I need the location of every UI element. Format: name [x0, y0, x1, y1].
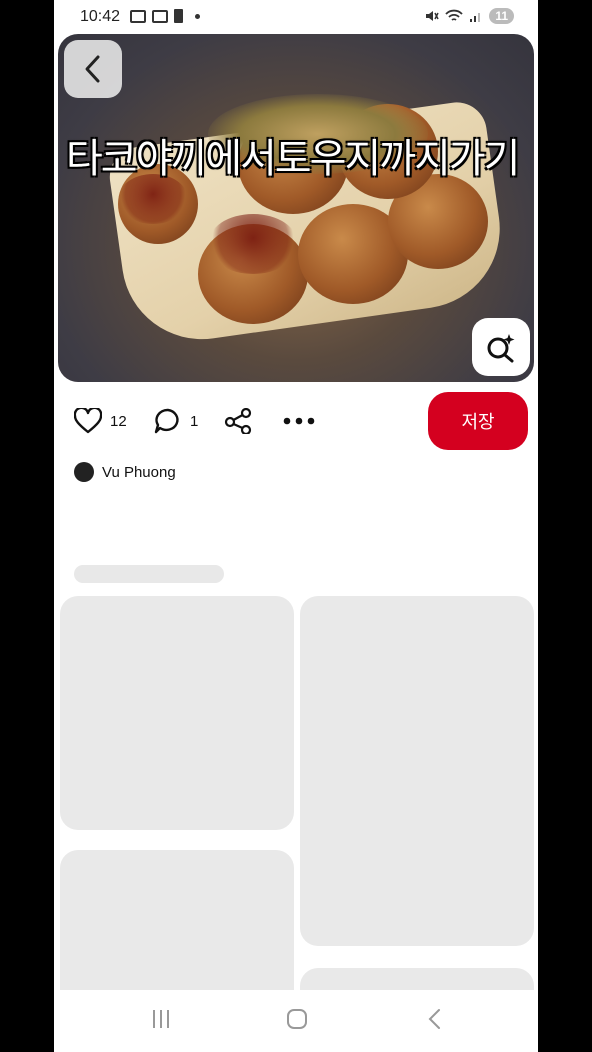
status-icons-right: 11	[425, 8, 514, 24]
screenshot-icon	[130, 9, 146, 23]
battery-saver-icon	[174, 9, 183, 23]
more-icon	[283, 417, 315, 425]
overlay-title: 타코야끼에서토우지까지가기	[66, 136, 520, 182]
comment-button[interactable]: 1	[154, 408, 198, 434]
loading-placeholder-title	[74, 565, 224, 583]
sauce	[208, 214, 298, 274]
share-button[interactable]	[224, 408, 252, 434]
screen-record-icon	[152, 9, 168, 23]
back-nav-icon[interactable]	[424, 1008, 446, 1030]
comment-icon	[154, 408, 179, 434]
home-icon[interactable]	[286, 1008, 308, 1030]
avatar[interactable]	[74, 462, 94, 482]
visual-search-button[interactable]	[472, 318, 530, 376]
notification-badge: 11	[489, 8, 514, 24]
mute-icon	[426, 11, 439, 21]
author-row[interactable]: Vu Phuong	[74, 462, 176, 482]
loading-placeholder-card	[60, 596, 294, 830]
notification-dot-icon	[195, 13, 200, 19]
share-icon	[224, 408, 252, 434]
like-count: 12	[110, 412, 127, 430]
back-button[interactable]	[64, 40, 122, 98]
system-nav-bar	[54, 990, 538, 1052]
status-icons-left	[130, 9, 200, 23]
like-button[interactable]: 12	[74, 408, 127, 434]
signal-icon	[470, 13, 481, 22]
pin-actions: 12 1 저장	[54, 392, 538, 452]
recent-apps-icon[interactable]	[150, 1008, 172, 1030]
wifi-icon	[445, 9, 463, 21]
heart-icon	[74, 408, 102, 434]
pin-image[interactable]	[58, 34, 534, 382]
chevron-left-icon	[85, 55, 100, 83]
loading-placeholder-card	[300, 596, 534, 946]
status-bar: 10:42 11	[54, 0, 538, 34]
save-button[interactable]: 저장	[428, 392, 528, 450]
more-button[interactable]	[282, 416, 316, 426]
status-time: 10:42	[80, 8, 121, 25]
phone-screen: 10:42 11 타코야끼에서토우지까지가기 12 1 저장 Vu Phuong	[54, 0, 538, 1052]
visual-search-icon	[487, 334, 515, 363]
comment-count: 1	[190, 412, 199, 430]
author-name[interactable]: Vu Phuong	[102, 464, 176, 481]
